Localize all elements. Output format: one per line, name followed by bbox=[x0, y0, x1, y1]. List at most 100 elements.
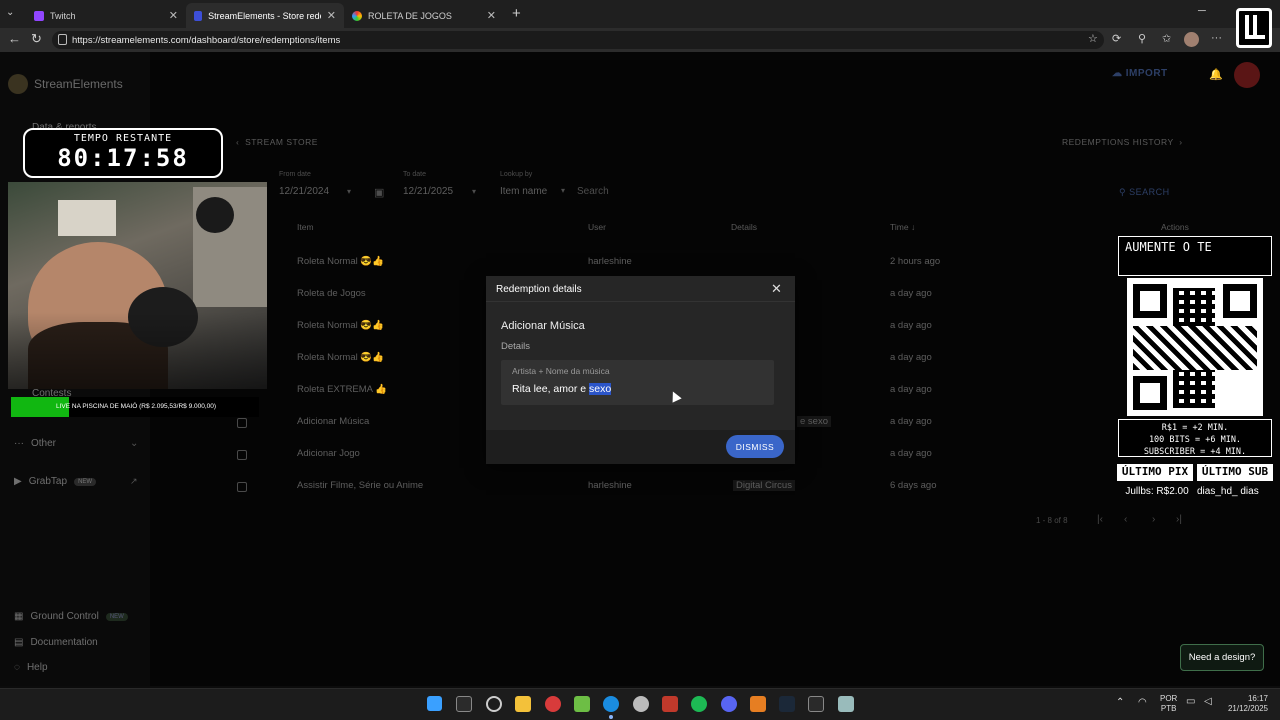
row-checkbox[interactable] bbox=[237, 418, 247, 428]
table-row-time: a day ago bbox=[890, 448, 932, 459]
close-icon[interactable]: ✕ bbox=[487, 9, 496, 22]
dialog-title: Redemption details bbox=[496, 284, 582, 295]
wifi-icon[interactable]: ◠ bbox=[1138, 697, 1147, 708]
last-pix-label: ÚLTIMO PIX bbox=[1117, 464, 1193, 481]
next-page-icon[interactable]: › bbox=[1152, 514, 1155, 525]
qr-code bbox=[1127, 278, 1263, 416]
external-link-icon[interactable]: ↗ bbox=[130, 476, 138, 487]
last-page-icon[interactable]: ›| bbox=[1176, 514, 1182, 525]
rate-line: 100 BITS = +6 MIN. bbox=[1148, 435, 1242, 445]
close-icon[interactable]: ✕ bbox=[771, 281, 782, 297]
search-input[interactable]: Search bbox=[577, 186, 609, 197]
spotify-icon[interactable] bbox=[691, 696, 707, 712]
steam-icon[interactable] bbox=[779, 696, 795, 712]
row-checkbox[interactable] bbox=[237, 450, 247, 460]
table-row-time: 6 days ago bbox=[890, 480, 937, 491]
mixer-icon[interactable] bbox=[662, 696, 678, 712]
tab-roleta[interactable]: ROLETA DE JOGOS ✕ bbox=[344, 3, 504, 28]
column-details[interactable]: Details bbox=[731, 222, 757, 232]
chevron-down-icon[interactable]: ▾ bbox=[561, 186, 565, 195]
new-tab-button[interactable]: + bbox=[512, 5, 521, 22]
settings-icon[interactable] bbox=[486, 696, 502, 712]
calculator-icon[interactable] bbox=[838, 696, 854, 712]
table-row-item: Adicionar Música bbox=[297, 416, 370, 427]
table-row-user: harleshine bbox=[588, 480, 632, 491]
table-row-details: Digital Circus bbox=[733, 480, 795, 491]
site-info-icon[interactable] bbox=[58, 34, 67, 45]
notifications-bell-icon[interactable]: 🔔 bbox=[1209, 68, 1223, 81]
chevron-down-icon[interactable]: ▾ bbox=[347, 187, 351, 196]
lookup-label: Lookup by bbox=[500, 171, 533, 178]
edge-browser-icon[interactable] bbox=[603, 696, 619, 712]
discord-alt-icon[interactable] bbox=[633, 696, 649, 712]
from-date-input[interactable]: 12/21/2024 bbox=[279, 186, 329, 197]
discord-icon[interactable] bbox=[721, 696, 737, 712]
calendar-icon[interactable]: ▣ bbox=[374, 186, 384, 199]
need-design-button[interactable]: Need a design? bbox=[1180, 644, 1264, 671]
row-checkbox[interactable] bbox=[237, 482, 247, 492]
table-row-item: Adicionar Jogo bbox=[297, 448, 360, 459]
sidebar-item-documentation[interactable]: ▤ Documentation bbox=[14, 637, 98, 648]
media-app-icon[interactable] bbox=[545, 696, 561, 712]
sidebar-item-grabtap[interactable]: ▶ GrabTap NEW bbox=[14, 476, 97, 487]
lookup-select[interactable]: Item name bbox=[500, 186, 547, 197]
start-windows-icon[interactable] bbox=[427, 696, 442, 711]
sidebar-item-ground-control[interactable]: ▦ Ground Control NEW bbox=[14, 611, 128, 622]
search-button[interactable]: ⚲ SEARCH bbox=[1119, 187, 1170, 198]
rate-line: R$1 = +2 MIN. bbox=[1161, 423, 1229, 433]
table-row-item: Assistir Filme, Série ou Anime bbox=[297, 480, 424, 491]
reload-icon[interactable]: ↻ bbox=[31, 31, 42, 47]
countdown-timer: TEMPO RESTANTE 80:17:58 bbox=[23, 128, 223, 178]
terminal-icon[interactable] bbox=[456, 696, 472, 712]
favorite-star-icon[interactable]: ☆ bbox=[1088, 32, 1098, 45]
back-icon[interactable]: ← bbox=[8, 31, 21, 46]
url-field[interactable]: https://streamelements.com/dashboard/sto… bbox=[52, 31, 1104, 49]
help-icon: ◌ bbox=[14, 662, 20, 673]
rates-box: R$1 = +2 MIN. 100 BITS = +6 MIN. SUBSCRI… bbox=[1118, 419, 1272, 457]
language-indicator[interactable]: POR PTB bbox=[1160, 694, 1177, 714]
prev-page-icon[interactable]: ‹ bbox=[1124, 514, 1127, 525]
volume-icon[interactable]: ◁ bbox=[1204, 696, 1212, 707]
profile-avatar[interactable] bbox=[1184, 32, 1199, 47]
table-row-item: Roleta Normal 😎👍 bbox=[297, 320, 385, 331]
app-icon[interactable] bbox=[750, 696, 766, 712]
sidebar-item-help[interactable]: ◌ Help bbox=[14, 662, 48, 673]
column-time[interactable]: Time ↓ bbox=[890, 222, 915, 232]
promo-title: AUMENTE O TE bbox=[1118, 236, 1272, 276]
close-icon[interactable]: ✕ bbox=[327, 9, 336, 22]
first-page-icon[interactable]: |‹ bbox=[1097, 514, 1103, 525]
import-button[interactable]: ☁ IMPORT bbox=[1112, 68, 1168, 79]
favorites-icon[interactable]: ✩ bbox=[1162, 32, 1171, 45]
close-icon[interactable]: ✕ bbox=[169, 9, 178, 22]
last-pix-value: Jullbs: R$2.00 bbox=[1125, 486, 1189, 497]
tray-chevron-icon[interactable]: ⌃ bbox=[1116, 697, 1124, 708]
sidebar-item-other[interactable]: ··· Other bbox=[14, 438, 56, 449]
details-field[interactable]: Artista + Nome da música Rita lee, amor … bbox=[501, 360, 774, 405]
clock[interactable]: 16:17 21/12/2025 bbox=[1222, 694, 1268, 714]
field-value[interactable]: Rita lee, amor e sexo bbox=[512, 383, 612, 395]
extensions-icon[interactable]: ⚲ bbox=[1138, 32, 1146, 45]
chevron-down-icon[interactable]: ▾ bbox=[472, 187, 476, 196]
back-to-store-link[interactable]: ‹ STREAM STORE bbox=[236, 137, 318, 147]
minimize-button[interactable]: ─ bbox=[1198, 5, 1206, 17]
tab-twitch[interactable]: Twitch ✕ bbox=[26, 3, 186, 28]
file-explorer-icon[interactable] bbox=[515, 696, 531, 712]
user-avatar[interactable] bbox=[1234, 62, 1260, 88]
tab-list-icon[interactable]: ⌄ bbox=[6, 7, 14, 18]
more-menu-icon[interactable]: ··· bbox=[1211, 32, 1222, 44]
design-app-icon[interactable] bbox=[574, 696, 590, 712]
column-user[interactable]: User bbox=[588, 222, 606, 232]
refresh-tab-icon[interactable]: ⟳ bbox=[1112, 32, 1121, 45]
selected-text: sexo bbox=[589, 383, 612, 395]
network-icon[interactable]: ▭ bbox=[1186, 696, 1195, 707]
epic-games-icon[interactable] bbox=[808, 696, 824, 712]
to-date-input[interactable]: 12/21/2025 bbox=[403, 186, 453, 197]
dismiss-button[interactable]: DISMISS bbox=[726, 435, 784, 458]
table-row-time: a day ago bbox=[890, 352, 932, 363]
column-item[interactable]: Item bbox=[297, 222, 314, 232]
chevron-down-icon[interactable]: ⌄ bbox=[130, 438, 138, 449]
new-badge: NEW bbox=[74, 477, 97, 486]
brand-name: StreamElements bbox=[34, 77, 123, 91]
redemptions-history-link[interactable]: REDEMPTIONS HISTORY › bbox=[1062, 137, 1183, 147]
tab-streamelements[interactable]: StreamElements - Store redemptio ✕ bbox=[186, 3, 344, 28]
